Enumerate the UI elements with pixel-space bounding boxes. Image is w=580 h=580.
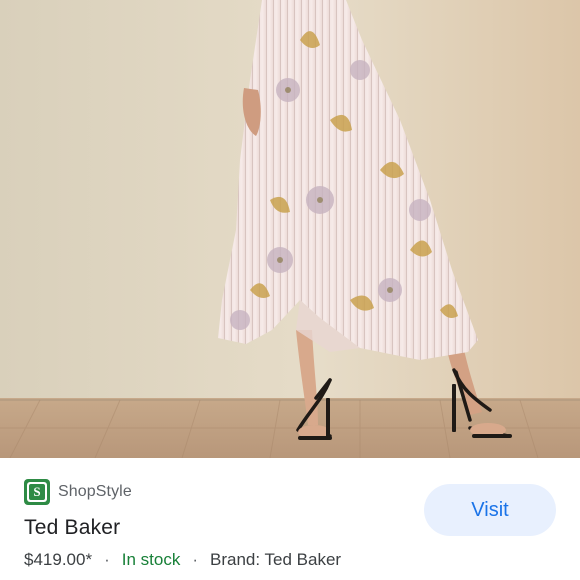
product-card: S ShopStyle Ted Baker $419.00* · In stoc… [0, 458, 580, 580]
product-image[interactable] [0, 0, 580, 458]
shopstyle-logo-icon: S [24, 479, 50, 505]
price: $419.00* [24, 550, 93, 569]
separator-dot: · [104, 550, 110, 569]
brand-label: Brand: Ted Baker [210, 550, 342, 569]
source-name[interactable]: ShopStyle [58, 483, 132, 501]
separator-dot: · [192, 550, 199, 569]
visit-button[interactable]: Visit [424, 484, 556, 536]
source-row[interactable]: S ShopStyle [24, 478, 132, 506]
stock-status: In stock [121, 550, 181, 569]
product-meta: $419.00* · In stock · Brand: Ted Baker [24, 550, 341, 570]
logo-letter: S [29, 484, 45, 500]
product-title[interactable]: Ted Baker [24, 516, 120, 540]
